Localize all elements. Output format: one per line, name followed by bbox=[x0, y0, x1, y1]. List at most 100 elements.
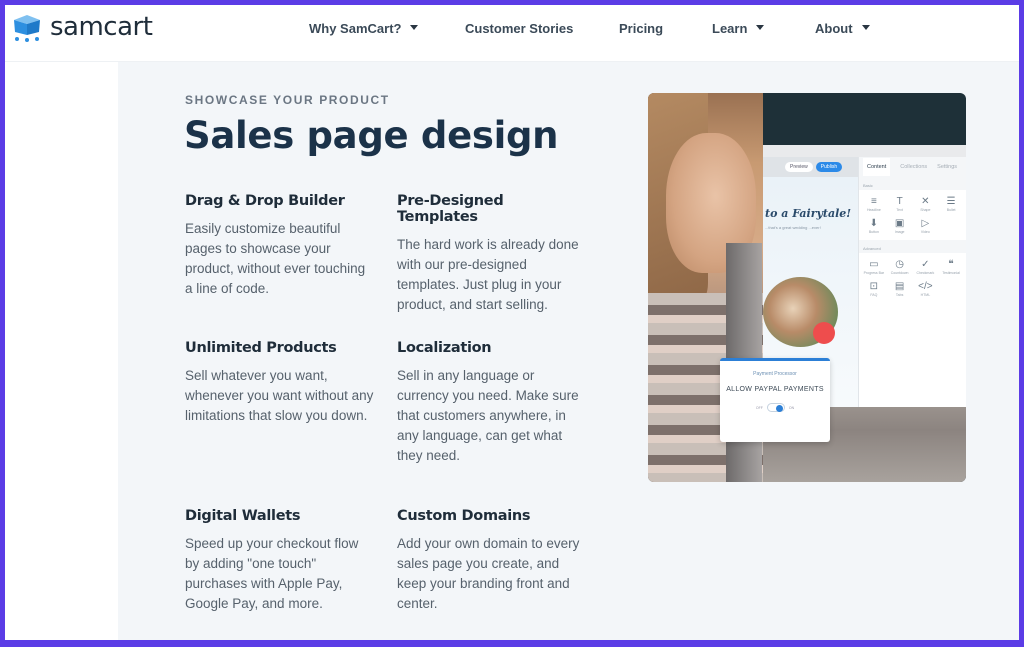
builder-panel: Content Collections Settings Basic ≡ Head… bbox=[858, 157, 966, 407]
basic-element-shape: ✕ Shape bbox=[913, 196, 939, 212]
caret-down-icon bbox=[410, 25, 419, 30]
basic-element-text: T Text bbox=[887, 196, 913, 212]
button-icon: ⬇ bbox=[869, 218, 879, 229]
canvas-subtext: ...that's a great wedding ...ever! bbox=[765, 225, 821, 230]
nav-learn[interactable]: Learn bbox=[712, 21, 765, 36]
feature-body: Add your own domain to every sales page … bbox=[397, 536, 580, 611]
feature-templates: Pre-Designed Templates The hard work is … bbox=[397, 193, 587, 315]
element-label: Text bbox=[896, 208, 903, 212]
advanced-element-progress-bar: ▭ Progress Bar bbox=[861, 259, 887, 275]
nav-item-label: Why SamCart? bbox=[309, 21, 402, 36]
feature-custom-domains: Custom Domains Add your own domain to ev… bbox=[397, 508, 587, 614]
headline-icon: ≡ bbox=[870, 196, 877, 207]
feature-localization: Localization Sell in any language or cur… bbox=[397, 340, 587, 466]
builder-toolbar: Preview Publish bbox=[763, 157, 858, 177]
toggle-off-label: OFF bbox=[755, 405, 763, 410]
tab-content: Content bbox=[863, 158, 891, 176]
basic-element-button: ⬇ Button bbox=[861, 218, 887, 234]
feature-unlimited-products: Unlimited Products Sell whatever you wan… bbox=[185, 340, 375, 426]
tab-settings: Settings bbox=[937, 164, 958, 170]
element-label: Countdown bbox=[890, 271, 909, 275]
feature-body: Sell in any language or currency you nee… bbox=[397, 368, 579, 463]
basic-element-headline: ≡ Headline bbox=[861, 196, 887, 212]
nav-item-label: Customer Stories bbox=[465, 21, 574, 36]
bullet-icon: ☰ bbox=[946, 196, 956, 207]
advanced-element-checkmark: ✓ Checkmark bbox=[913, 259, 939, 275]
countdown-icon: ◷ bbox=[895, 259, 904, 270]
sales-page-section: SHOWCASE YOUR PRODUCT Sales page design … bbox=[118, 62, 1019, 640]
canvas-heading: to a Fairytale! bbox=[765, 207, 852, 220]
advanced-element-testimonial: ❝ Testimonial bbox=[938, 259, 964, 275]
nav-pricing[interactable]: Pricing bbox=[619, 21, 663, 36]
element-label: Bullet bbox=[946, 208, 956, 212]
preview-button: Preview bbox=[785, 162, 813, 172]
nav-customer-stories[interactable]: Customer Stories bbox=[465, 21, 573, 36]
nav-why-samcart[interactable]: Why SamCart? bbox=[309, 21, 419, 36]
image-icon: ▣ bbox=[894, 218, 905, 229]
feature-body: Speed up your checkout flow by adding "o… bbox=[185, 536, 359, 611]
feature-title: Pre-Designed Templates bbox=[397, 193, 504, 225]
left-gutter bbox=[5, 62, 118, 640]
html-icon: </> bbox=[918, 281, 933, 292]
payment-processor-card: Payment Processor ALLOW PAYPAL PAYMENTS … bbox=[720, 358, 830, 442]
section-advanced: Advanced bbox=[859, 240, 966, 253]
hero-image: Preview Publish to a Fairytale! ...that'… bbox=[648, 93, 966, 482]
section-eyebrow: SHOWCASE YOUR PRODUCT bbox=[185, 93, 390, 107]
nav-item-label: Learn bbox=[712, 21, 748, 36]
element-label: Headline bbox=[866, 208, 881, 212]
basic-element-image: ▣ Image bbox=[887, 218, 913, 234]
advanced-elements-grid: ▭ Progress Bar ◷ Countdown ✓ Checkmark ❝ Testim… bbox=[859, 253, 966, 303]
nav-about[interactable]: About bbox=[815, 21, 870, 36]
publish-button: Publish bbox=[815, 162, 843, 172]
video-icon: ▷ bbox=[921, 218, 930, 229]
shape-icon: ✕ bbox=[921, 196, 930, 207]
element-label: Video bbox=[920, 230, 930, 234]
paypal-toggle-row: OFF ON bbox=[720, 403, 830, 412]
tabs-icon: ▤ bbox=[894, 281, 905, 292]
payment-card-label: ALLOW PAYPAL PAYMENTS bbox=[726, 386, 824, 393]
progress-bar-icon: ▭ bbox=[869, 259, 879, 270]
basic-element-bullet: ☰ Bullet bbox=[938, 196, 964, 212]
testimonial-icon: ❝ bbox=[948, 259, 954, 270]
feature-title: Custom Domains bbox=[397, 508, 531, 524]
element-label: Progress Bar bbox=[863, 271, 885, 275]
feature-body: The hard work is already done with our p… bbox=[397, 237, 579, 312]
nav-item-label: Pricing bbox=[619, 21, 664, 36]
advanced-element-faq: ⊡ FAQ bbox=[861, 281, 887, 297]
toggle-knob bbox=[775, 404, 783, 412]
payment-card-title: Payment Processor bbox=[753, 371, 797, 377]
element-label: Button bbox=[868, 230, 879, 234]
advanced-element-html: </> HTML bbox=[913, 281, 939, 297]
site-header: samcart Why SamCart? Customer Stories Pr… bbox=[5, 5, 1019, 62]
text-icon: T bbox=[896, 196, 903, 207]
nav-item-label: About bbox=[815, 21, 853, 36]
element-label: Testimonial bbox=[942, 271, 960, 275]
tab-collections: Collections bbox=[900, 164, 928, 170]
main-nav: Why SamCart? Customer Stories Pricing Le… bbox=[5, 5, 1019, 62]
basic-elements-grid: ≡ Headline T Text ✕ Shape ☰ Bullet ⬇ Button ▣ Image… bbox=[859, 190, 966, 240]
panel-tabs: Content Collections Settings bbox=[859, 157, 966, 177]
feature-digital-wallets: Digital Wallets Speed up your checkout f… bbox=[185, 508, 375, 614]
feature-title: Localization bbox=[397, 340, 492, 356]
element-label: Shape bbox=[920, 208, 931, 212]
advanced-element-tabs: ▤ Tabs bbox=[887, 281, 913, 297]
faq-icon: ⊡ bbox=[869, 281, 879, 292]
feature-drag-drop: Drag & Drop Builder Easily customize bea… bbox=[185, 193, 375, 299]
element-label: Checkmark bbox=[916, 271, 935, 275]
caret-down-icon bbox=[756, 25, 765, 30]
element-label: Tabs bbox=[895, 293, 904, 297]
basic-element-video: ▷ Video bbox=[913, 218, 939, 234]
element-label: FAQ bbox=[870, 293, 878, 297]
caret-down-icon bbox=[861, 25, 870, 30]
section-title: Sales page design bbox=[184, 114, 559, 157]
page-frame: samcart Why SamCart? Customer Stories Pr… bbox=[5, 5, 1019, 640]
section-basic: Basic bbox=[859, 177, 966, 190]
paypal-toggle bbox=[766, 403, 785, 412]
feature-title: Unlimited Products bbox=[185, 340, 337, 356]
cart-badge-icon bbox=[813, 322, 835, 344]
toggle-on-label: ON bbox=[788, 405, 795, 410]
window-titlebar bbox=[763, 145, 966, 157]
feature-title: Digital Wallets bbox=[185, 508, 301, 524]
feature-body: Sell whatever you want, whenever you wan… bbox=[185, 368, 374, 423]
checkmark-icon: ✓ bbox=[921, 259, 930, 270]
